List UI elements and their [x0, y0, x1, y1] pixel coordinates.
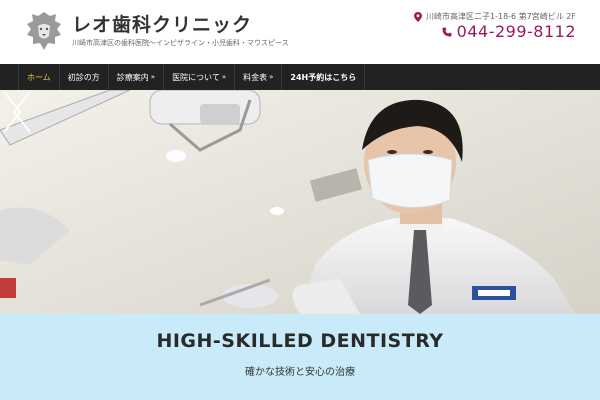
nav-item-5[interactable]: 24H予約はこちら — [282, 64, 366, 90]
site-header: レオ歯科クリニック 川崎市高津区の歯科医院〜インビザライン・小児歯科・マウスピー… — [0, 0, 600, 64]
nav-item-label: 医院について — [172, 72, 220, 82]
phone-text: 044-299-8112 — [456, 22, 576, 41]
nav-item-label: 初診の方 — [67, 72, 100, 82]
hero-caption: HIGH-SKILLED DENTISTRY 確かな技術と安心の治療 — [0, 314, 600, 400]
nav-item-label: 料金表 — [243, 72, 268, 82]
caption-title: HIGH-SKILLED DENTISTRY — [156, 330, 444, 352]
chevron-double-right-icon: » — [269, 73, 274, 81]
address: 川崎市高津区二子1-18-6 第7宮崎ビル 2F — [414, 11, 576, 22]
nav-item-0[interactable]: ホーム — [18, 64, 60, 90]
nav-item-label: 診療案内 — [116, 72, 149, 82]
address-text: 川崎市高津区二子1-18-6 第7宮崎ビル 2F — [426, 12, 576, 21]
chevron-double-right-icon: » — [150, 73, 156, 81]
phone-icon — [442, 27, 452, 36]
nav-item-2[interactable]: 診療案内» — [109, 64, 165, 90]
nav-item-label: 24H予約はこちら — [290, 72, 357, 82]
chevron-double-right-icon: » — [221, 73, 227, 81]
phone-number[interactable]: 044-299-8112 — [442, 22, 576, 41]
caption-subtitle: 確かな技術と安心の治療 — [245, 367, 355, 378]
lion-head-logo[interactable] — [24, 10, 64, 54]
nav-item-1[interactable]: 初診の方 — [60, 64, 109, 90]
nav-item-4[interactable]: 料金表» — [235, 64, 283, 90]
nav-item-3[interactable]: 医院について» — [164, 64, 236, 90]
nav-item-label: ホーム — [27, 72, 51, 82]
map-pin-icon — [414, 11, 422, 22]
chevron-right-icon[interactable] — [0, 90, 24, 134]
site-title[interactable]: レオ歯科クリニック — [72, 10, 252, 37]
hero-slider — [0, 90, 600, 314]
main-nav: ホーム 初診の方 診療案内» 医院について» 料金表» 24H予約はこちら — [0, 64, 600, 90]
site-tagline: 川崎市高津区の歯科医院〜インビザライン・小児歯科・マウスピース — [72, 39, 289, 47]
hero-image — [0, 90, 600, 314]
